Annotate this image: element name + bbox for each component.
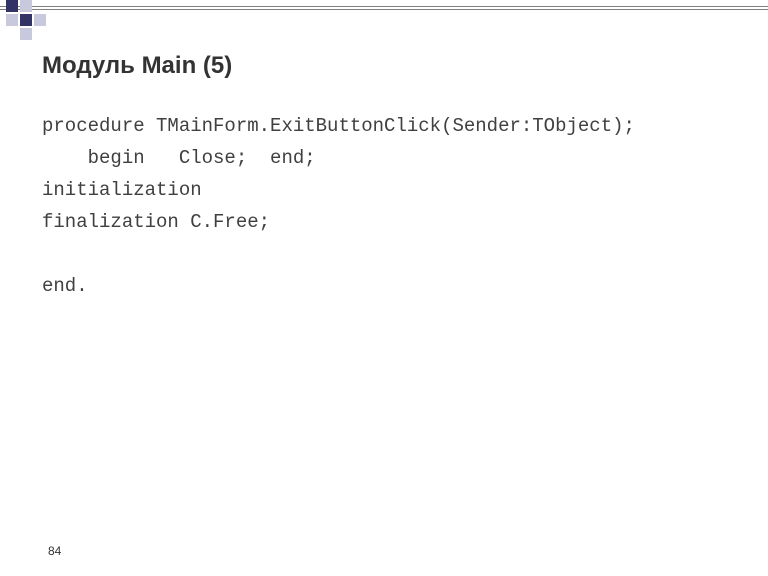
code-line: begin Close; end; [42, 147, 316, 169]
code-block: procedure TMainForm.ExitButtonClick(Send… [42, 110, 635, 302]
code-line: procedure TMainForm.ExitButtonClick(Send… [42, 115, 635, 137]
slide-title: Модуль Main (5) [42, 52, 232, 80]
code-line: end. [42, 275, 88, 297]
code-line: finalization C.Free; [42, 211, 270, 233]
code-line: initialization [42, 179, 202, 201]
slide-decoration [0, 0, 200, 40]
page-number: 84 [48, 544, 61, 558]
